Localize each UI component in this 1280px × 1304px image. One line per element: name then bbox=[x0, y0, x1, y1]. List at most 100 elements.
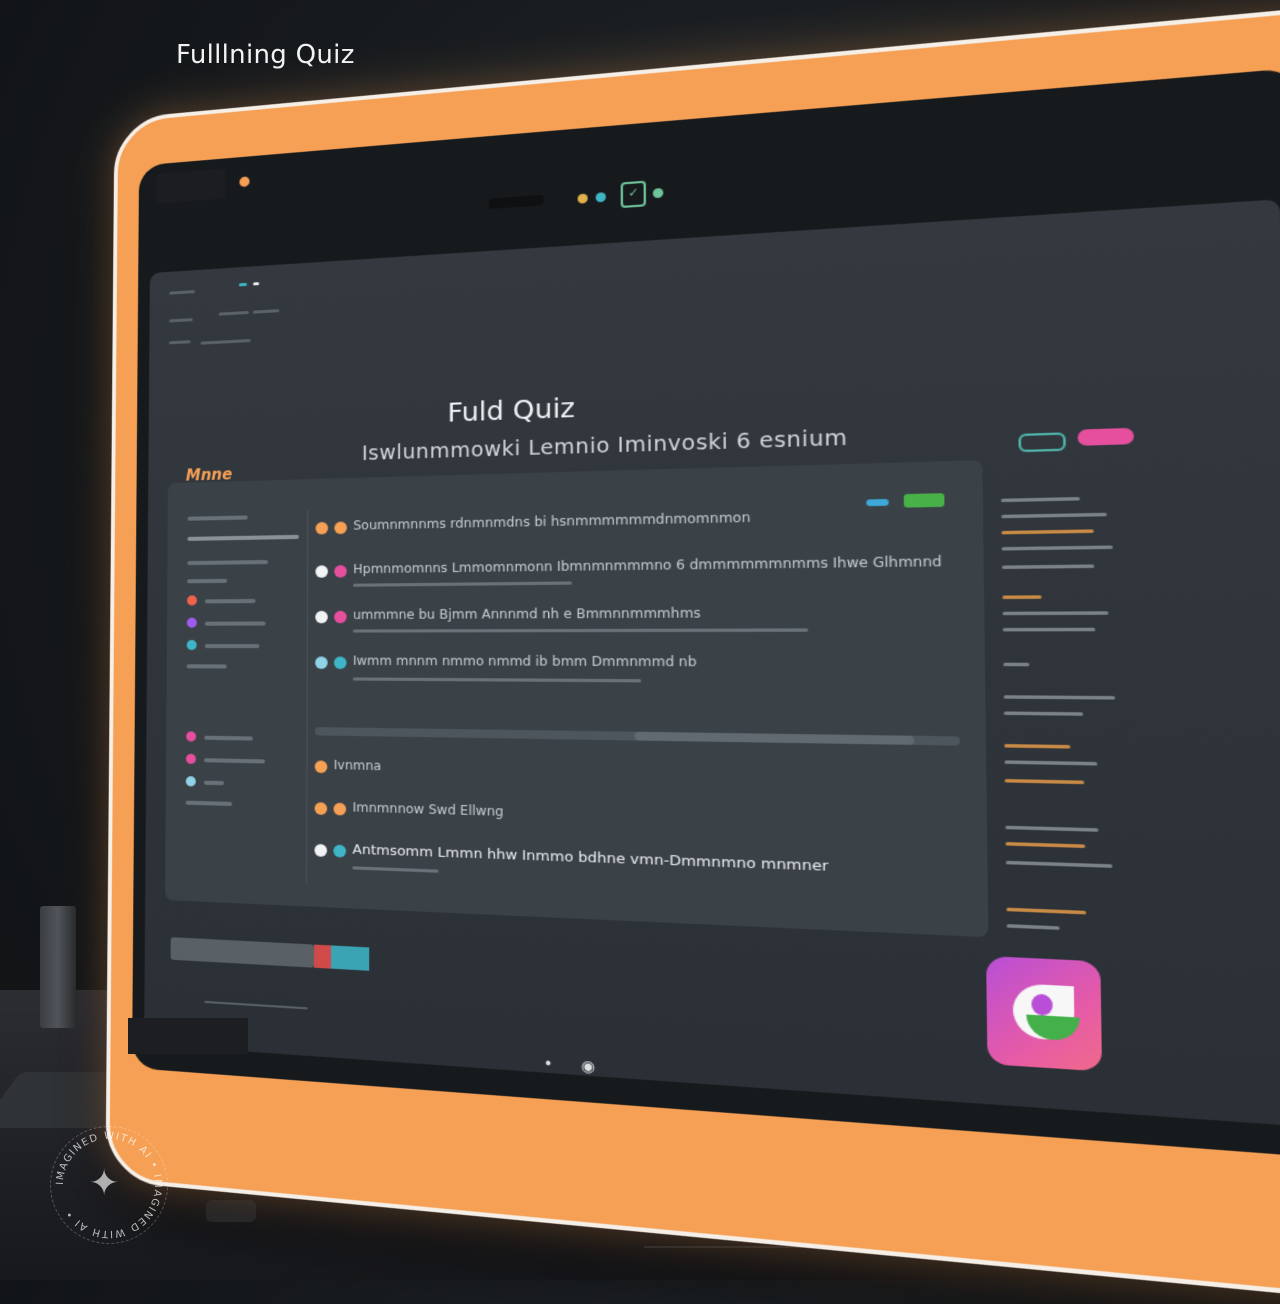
sidebar-item[interactable] bbox=[187, 559, 268, 566]
right-panel-item[interactable] bbox=[1003, 695, 1116, 700]
app-title: Fuld Quiz bbox=[447, 392, 576, 428]
progress-indicator bbox=[866, 498, 889, 507]
radio-button[interactable] bbox=[315, 610, 328, 624]
menu-line bbox=[218, 310, 249, 316]
right-panel-item[interactable] bbox=[1004, 744, 1071, 749]
sidebar-item[interactable] bbox=[203, 780, 225, 786]
watermark-badge: IMAGINED WITH AI • IMAGINED WITH AI • ✦ bbox=[50, 1126, 168, 1244]
sidebar-item[interactable] bbox=[187, 534, 299, 541]
menu-line bbox=[169, 318, 193, 323]
sidebar-item-icon[interactable] bbox=[186, 731, 197, 742]
sidebar-item[interactable] bbox=[204, 598, 256, 604]
sidebar-item[interactable] bbox=[203, 758, 266, 764]
speaker bbox=[40, 906, 76, 1028]
question-text: Soumnmnnms rdnmnmdns bi hsnmmmmmmdnmomnm… bbox=[353, 509, 751, 533]
question-subline bbox=[353, 581, 572, 587]
menu-line bbox=[200, 339, 251, 345]
radio-button[interactable] bbox=[315, 521, 329, 535]
radio-button[interactable] bbox=[314, 802, 328, 816]
question-text: Iwmm mnnm nmmo nmmd ib bmm Dmmnmmd nb bbox=[352, 653, 697, 670]
sidebar-item[interactable] bbox=[187, 515, 248, 521]
sidebar-item-icon[interactable] bbox=[186, 639, 197, 651]
menu-dot bbox=[238, 282, 248, 287]
radio-button[interactable] bbox=[315, 656, 328, 669]
menu-dot bbox=[253, 282, 260, 286]
right-panel-item[interactable] bbox=[1004, 760, 1098, 766]
sidebar-item[interactable] bbox=[204, 644, 260, 649]
outline-button[interactable] bbox=[1018, 432, 1066, 453]
right-panel-item[interactable] bbox=[1005, 860, 1113, 868]
quiz-panel: Soumnmnnms rdnmnmdns bi hsnmmmmmmdnmomnm… bbox=[165, 460, 989, 938]
sidebar-item-icon[interactable] bbox=[186, 617, 197, 628]
bottom-progress-bar bbox=[170, 937, 315, 968]
monitor: ✓ Mnne Fuld Quiz Iswlunmmowki Lemnio Imi… bbox=[105, 2, 1280, 1304]
bottom-line bbox=[204, 1000, 308, 1010]
question-text: Hpmnmomnns Lmmomnmonn Ibmnmnmmmno 6 dmmm… bbox=[353, 553, 942, 577]
option-dot bbox=[333, 802, 347, 816]
leaf-hole bbox=[1031, 993, 1053, 1017]
right-panel-item[interactable] bbox=[1001, 545, 1113, 551]
question-subline bbox=[352, 628, 809, 633]
right-panel-item[interactable] bbox=[1001, 564, 1095, 570]
status-dot bbox=[577, 193, 588, 204]
quiz-sidebar bbox=[185, 514, 299, 887]
leaf-app-icon[interactable] bbox=[986, 955, 1103, 1072]
sidebar-item-icon[interactable] bbox=[185, 753, 197, 765]
sidebar-item-icon[interactable] bbox=[186, 595, 198, 606]
shield-icon[interactable]: ✓ bbox=[620, 180, 647, 209]
desk-object bbox=[206, 1200, 256, 1222]
progress-bar bbox=[903, 493, 945, 508]
panel-divider bbox=[305, 509, 309, 884]
speaker-grille bbox=[488, 194, 544, 210]
monitor-foot bbox=[128, 1018, 248, 1054]
status-dot bbox=[595, 192, 606, 203]
screen: Mnne Fuld Quiz Iswlunmmowki Lemnio Iminv… bbox=[144, 199, 1280, 1127]
menu-line bbox=[252, 309, 280, 314]
scrollbar[interactable] bbox=[314, 727, 961, 746]
right-panel-item[interactable] bbox=[1005, 825, 1099, 832]
monitor-bezel: ✓ Mnne Fuld Quiz Iswlunmmowki Lemnio Imi… bbox=[132, 67, 1280, 1158]
bottom-progress-segment bbox=[330, 945, 370, 971]
status-dot bbox=[652, 187, 664, 199]
sidebar-item-icon[interactable] bbox=[185, 776, 196, 787]
right-panel-item[interactable] bbox=[1002, 611, 1109, 616]
menu-line bbox=[168, 340, 191, 345]
right-panel-item[interactable] bbox=[1001, 512, 1107, 519]
sidebar-item[interactable] bbox=[204, 621, 266, 626]
right-panel-item[interactable] bbox=[1002, 627, 1096, 632]
right-panel-item[interactable] bbox=[1002, 595, 1042, 600]
question-text: Imnmnnow Swd Ellwng bbox=[352, 799, 504, 820]
sidebar-item[interactable] bbox=[187, 578, 228, 584]
radio-button[interactable] bbox=[315, 565, 328, 578]
right-panel-item[interactable] bbox=[1001, 529, 1094, 535]
page-title: Fulllning Quiz bbox=[176, 40, 355, 70]
scroll-thumb[interactable] bbox=[634, 731, 915, 745]
option-dot bbox=[334, 521, 347, 535]
question-text: Ivnmna bbox=[333, 757, 382, 774]
right-panel-item[interactable] bbox=[1003, 711, 1084, 716]
question-text: ummmne bu Bjmm Annnmd nh e Bmmnnmmmhms bbox=[353, 605, 701, 623]
menu-line bbox=[169, 290, 195, 295]
primary-button[interactable] bbox=[1077, 427, 1135, 446]
option-dot bbox=[333, 844, 347, 858]
sparkle-icon: ✦ bbox=[89, 1163, 120, 1204]
sidebar-item[interactable] bbox=[204, 735, 253, 741]
right-panel-item[interactable] bbox=[1003, 662, 1030, 667]
right-panel bbox=[1001, 456, 1136, 953]
option-dot bbox=[333, 656, 347, 670]
option-dot bbox=[334, 565, 347, 578]
sidebar-item[interactable] bbox=[185, 800, 233, 807]
radio-button[interactable] bbox=[314, 843, 328, 857]
app-subtitle: Iswlunmmowki Lemnio Iminvoski 6 esnium bbox=[361, 425, 848, 466]
right-panel-item[interactable] bbox=[1001, 496, 1080, 503]
right-panel-item[interactable] bbox=[1005, 842, 1086, 849]
right-panel-item[interactable] bbox=[1006, 924, 1060, 930]
bottom-progress-segment bbox=[314, 944, 331, 969]
option-dot bbox=[334, 610, 347, 624]
camera-icon bbox=[237, 174, 252, 190]
sidebar-item[interactable] bbox=[186, 664, 227, 669]
right-panel-item[interactable] bbox=[1004, 778, 1085, 785]
right-panel-item[interactable] bbox=[1006, 907, 1087, 915]
question-subline bbox=[352, 677, 642, 683]
radio-button[interactable] bbox=[314, 760, 328, 774]
